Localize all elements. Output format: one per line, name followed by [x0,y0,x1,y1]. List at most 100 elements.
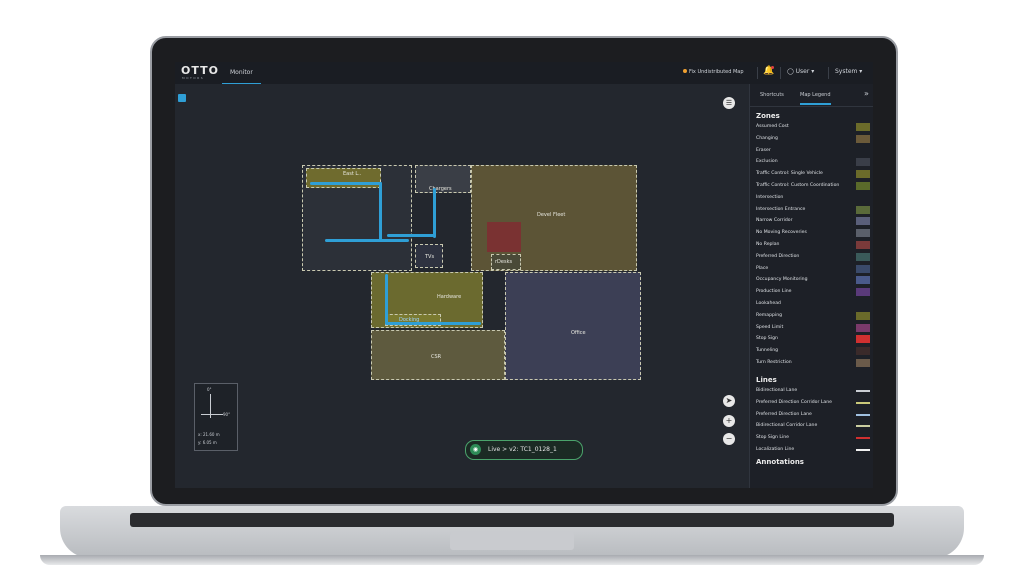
layers-icon[interactable]: ☰ [723,97,735,109]
zone-legend-label: Eraser [756,147,771,153]
line-legend-item: Localization Line [756,445,870,456]
zone-legend-label: Traffic Control: Single Vehicle [756,171,823,177]
zone-legend-swatch [856,264,870,273]
laptop-base-edge [40,555,984,565]
zone-legend-swatch [856,134,870,143]
zone-legend-item: Assumed Cost [756,122,870,133]
zone-legend-swatch [856,347,870,356]
zone-legend-item: Eraser [756,146,868,157]
lane-path[interactable] [325,239,409,242]
line-legend-label: Preferred Direction Corridor Lane [756,399,832,405]
line-legend-swatch [856,410,870,419]
zone-legend-item: Exclusion [756,157,870,168]
zone-legend-label: Intersection [756,194,784,200]
zone-legend-item: Changing [756,134,870,145]
zoom-in-icon[interactable]: + [723,415,735,427]
app-logo-subtitle: MOTORS [182,76,205,80]
zone-legend-item: Speed Limit [756,323,870,334]
notification-badge [771,66,774,69]
zone-legend-label: Intersection Entrance [756,206,806,212]
zone-legend-item: Tunneling [756,346,870,357]
warning-dot-icon [683,69,687,73]
system-menu[interactable]: System ▾ [835,68,862,75]
zone-label-tvs: TVs [425,254,435,260]
user-menu-label: User ▾ [795,68,815,75]
zone-legend-item: No Replan [756,240,870,251]
zone-legend-label: No Moving Recoveries [756,230,807,236]
zone-legend-swatch [856,288,870,297]
lane-path[interactable] [385,322,481,325]
zone-legend-swatch [856,276,870,285]
zoom-out-icon[interactable]: − [723,433,735,445]
zone-legend-item: Production Line [756,287,870,298]
zone-no-replan[interactable] [487,222,521,252]
nav-divider [780,67,781,79]
live-map-indicator[interactable]: ◉ Live > v2: TC1_0128_1 [465,440,583,460]
zone-legend-swatch [856,123,870,131]
zone-legend-swatch [856,170,870,179]
line-legend-item: Preferred Direction Lane [756,410,870,421]
laptop-trackpad [450,532,574,550]
zone-office[interactable] [505,272,641,380]
line-legend-label: Preferred Direction Lane [756,411,812,417]
lane-path[interactable] [387,234,435,237]
lane-path[interactable] [310,182,382,185]
zone-legend-item: Remapping [756,311,870,322]
zone-legend-item: Narrow Corridor [756,216,870,227]
zone-legend-item: Lookahead [756,299,868,310]
zone-legend-item: Preferred Direction [756,252,870,263]
line-legend-swatch [856,434,870,443]
tab-map-legend[interactable]: Map Legend [800,92,831,105]
line-legend-item: Bidirectional Corridor Lane [756,421,870,432]
compass-widget: 0° 90° x: 21.60 m y: 6.05 m [194,383,238,451]
line-legend-item: Preferred Direction Corridor Lane [756,398,870,409]
zone-legend-label: Speed Limit [756,324,784,330]
zone-legend-label: Exclusion [756,159,778,165]
zone-legend-swatch [856,217,870,226]
line-legend-label: Localization Line [756,447,795,452]
map-canvas[interactable]: ☰ East L.. Chargers Devel Fleet rDesks T… [175,84,749,488]
lane-path[interactable] [379,182,382,242]
zone-legend-swatch [856,323,870,332]
zone-legend-item: Stop Sign [756,334,870,345]
zone-legend-label: Occupancy Monitoring [756,277,808,283]
zone-legend-swatch [856,241,870,249]
top-nav: OTTO MOTORS Monitor Fix Undistributed Ma… [175,62,873,85]
zone-label-east: East L.. [343,171,362,177]
fix-map-link[interactable]: Fix Undistributed Map [683,69,744,75]
user-menu[interactable]: ◯ User ▾ [787,68,814,75]
zone-legend-label: No Replan [756,242,780,247]
collapse-panel-icon[interactable]: » [864,89,869,98]
line-legend-swatch [856,398,870,407]
coordinate-x: x: 21.60 m [198,432,220,437]
legend-panel: Shortcuts Map Legend » Zones Assumed Cos… [749,84,873,488]
locate-icon[interactable]: ➤ [723,395,735,407]
tab-shortcuts[interactable]: Shortcuts [760,92,784,98]
zone-legend-swatch [856,182,870,190]
zone-label-desks: rDesks [495,259,513,265]
nav-divider [828,67,829,79]
zone-legend-label: Place [756,265,769,271]
zone-legend-item: Place [756,264,870,275]
zone-legend-item: Intersection Entrance [756,205,870,216]
app-screen: OTTO MOTORS Monitor Fix Undistributed Ma… [175,62,873,488]
zone-legend-swatch [856,311,870,320]
zones-heading: Zones [756,112,780,120]
zone-legend-label: Narrow Corridor [756,218,793,224]
zone-legend-item: No Moving Recoveries [756,228,870,239]
nav-divider [757,67,758,79]
zone-legend-swatch [856,158,870,167]
zone-label-hardware: Hardware [437,294,462,300]
zone-legend-label: Lookahead [756,301,781,306]
lane-path[interactable] [433,188,436,238]
zone-label-devel-fleet: Devel Fleet [537,212,566,218]
lane-path[interactable] [385,274,388,324]
live-map-label: Live > v2: TC1_0128_1 [488,446,557,453]
compass-axis-x [201,414,223,415]
tab-monitor[interactable]: Monitor [222,62,261,85]
laptop-keyboard [130,513,894,527]
map-mode-icon[interactable] [178,94,186,102]
compass-north: 0° [207,387,212,392]
zone-legend-label: Preferred Direction [756,253,800,259]
zone-legend-item: Intersection [756,193,868,204]
